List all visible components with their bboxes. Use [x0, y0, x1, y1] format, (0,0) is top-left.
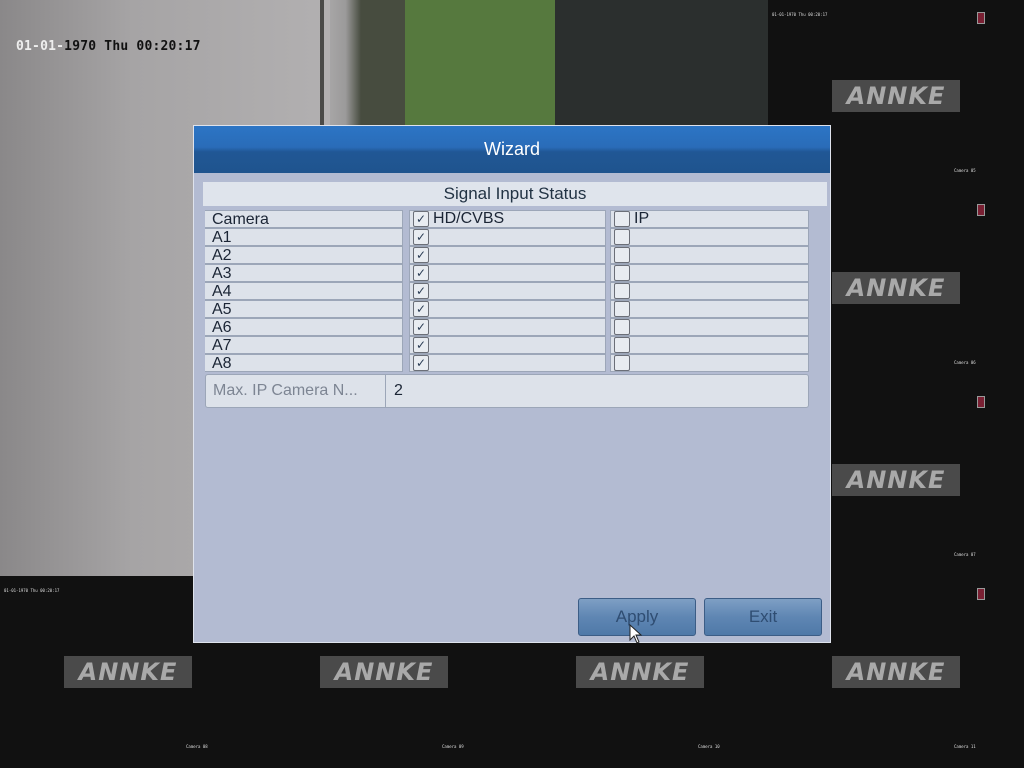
hd-cvbs-checkbox[interactable]: ✓ — [413, 337, 430, 353]
check-icon: ✓ — [416, 230, 427, 244]
dialog-title: Wizard — [194, 126, 830, 173]
max-ip-camera-row: Max. IP Camera N... 2 — [205, 374, 809, 408]
table-row: A2 ✓ — [205, 246, 809, 264]
select-all-ip-checkbox[interactable] — [614, 211, 631, 227]
camera-scene-frame — [555, 0, 768, 130]
hd-cvbs-checkbox[interactable]: ✓ — [413, 283, 430, 299]
channel-osd-time: 01-01-1970 Thu 00:20:17 — [772, 12, 828, 17]
section-title: Signal Input Status — [203, 182, 827, 206]
select-all-hd-cvbs-checkbox[interactable]: ✓ — [413, 211, 430, 227]
annke-logo: ANNKE — [320, 656, 448, 688]
column-header-hd-cvbs: ✓ HD/CVBS — [409, 210, 607, 228]
table-row: A5 ✓ — [205, 300, 809, 318]
hd-cvbs-checkbox[interactable]: ✓ — [413, 229, 430, 245]
check-icon: ✓ — [416, 284, 427, 298]
hd-cvbs-cell: ✓ — [409, 300, 607, 318]
channel-osd-time: 01-01-1970 Thu 00:20:17 — [4, 588, 60, 593]
channel-name: Camera 08 — [186, 744, 208, 749]
exit-button[interactable]: Exit — [704, 598, 822, 636]
hd-cvbs-cell: ✓ — [409, 228, 607, 246]
hd-cvbs-cell: ✓ — [409, 282, 607, 300]
column-header-camera: Camera — [205, 210, 404, 228]
wizard-dialog: Wizard Signal Input Status Camera ✓ HD/C… — [193, 125, 831, 643]
check-icon: ✓ — [416, 320, 427, 334]
channel-name: Camera 05 — [954, 168, 976, 173]
check-icon: ✓ — [416, 302, 427, 316]
column-header-ip-label: IP — [634, 210, 650, 227]
ip-cell — [610, 318, 809, 336]
camera-name: A2 — [205, 246, 404, 264]
check-icon: ✓ — [416, 212, 427, 226]
mouse-cursor-icon — [629, 624, 643, 644]
table-header-row: Camera ✓ HD/CVBS IP — [205, 210, 809, 228]
table-row: A8 ✓ — [205, 354, 809, 372]
table-row: A3 ✓ — [205, 264, 809, 282]
annke-logo: ANNKE — [576, 656, 704, 688]
annke-logo: ANNKE — [832, 80, 960, 112]
check-icon: ✓ — [416, 266, 427, 280]
channel-name: Camera 09 — [442, 744, 464, 749]
camera-timestamp: 01-01-1970 Thu 00:20:17 — [16, 39, 201, 54]
ip-checkbox[interactable] — [614, 283, 631, 299]
ip-cell — [610, 228, 809, 246]
camera-name: A6 — [205, 318, 404, 336]
max-ip-camera-label: Max. IP Camera N... — [206, 375, 386, 407]
check-icon: ✓ — [416, 248, 427, 262]
ip-checkbox[interactable] — [614, 301, 631, 317]
ip-cell — [610, 354, 809, 372]
hd-cvbs-cell: ✓ — [409, 354, 607, 372]
channel-name: Camera 06 — [954, 360, 976, 365]
ip-checkbox[interactable] — [614, 265, 631, 281]
table-row: A1 ✓ — [205, 228, 809, 246]
ip-cell — [610, 282, 809, 300]
record-icon — [977, 12, 985, 24]
channel-name: Camera 11 — [954, 744, 976, 749]
max-ip-camera-value: 2 — [394, 382, 403, 399]
column-header-ip: IP — [610, 210, 809, 228]
hd-cvbs-checkbox[interactable]: ✓ — [413, 247, 430, 263]
hd-cvbs-checkbox[interactable]: ✓ — [413, 319, 430, 335]
hd-cvbs-cell: ✓ — [409, 336, 607, 354]
hd-cvbs-cell: ✓ — [409, 264, 607, 282]
annke-logo: ANNKE — [832, 272, 960, 304]
record-icon — [977, 396, 985, 408]
ip-checkbox[interactable] — [614, 229, 631, 245]
check-icon: ✓ — [416, 356, 427, 370]
record-icon — [977, 204, 985, 216]
annke-logo: ANNKE — [64, 656, 192, 688]
hd-cvbs-cell: ✓ — [409, 318, 607, 336]
hd-cvbs-checkbox[interactable]: ✓ — [413, 355, 430, 371]
column-header-hd-cvbs-label: HD/CVBS — [433, 210, 505, 227]
hd-cvbs-cell: ✓ — [409, 246, 607, 264]
channel-name: Camera 07 — [954, 552, 976, 557]
ip-checkbox[interactable] — [614, 355, 631, 371]
camera-name: A1 — [205, 228, 404, 246]
table-row: A4 ✓ — [205, 282, 809, 300]
camera-name: A4 — [205, 282, 404, 300]
camera-scene-window — [405, 0, 565, 130]
signal-input-table: Camera ✓ HD/CVBS IP A1 ✓ A2 ✓ A3 ✓ A4 ✓ A5 ✓ A6 ✓ A7… — [205, 210, 809, 372]
camera-name: A5 — [205, 300, 404, 318]
channel-name: Camera 10 — [698, 744, 720, 749]
ip-cell — [610, 246, 809, 264]
ip-cell — [610, 300, 809, 318]
hd-cvbs-checkbox[interactable]: ✓ — [413, 265, 430, 281]
ip-checkbox[interactable] — [614, 337, 631, 353]
table-row: A6 ✓ — [205, 318, 809, 336]
ip-checkbox[interactable] — [614, 319, 631, 335]
camera-name: A3 — [205, 264, 404, 282]
annke-logo: ANNKE — [832, 464, 960, 496]
ip-checkbox[interactable] — [614, 247, 631, 263]
record-icon — [977, 588, 985, 600]
hd-cvbs-checkbox[interactable]: ✓ — [413, 301, 430, 317]
ip-cell — [610, 264, 809, 282]
camera-name: A8 — [205, 354, 404, 372]
annke-logo: ANNKE — [832, 656, 960, 688]
check-icon: ✓ — [416, 338, 427, 352]
ip-cell — [610, 336, 809, 354]
table-row: A7 ✓ — [205, 336, 809, 354]
camera-name: A7 — [205, 336, 404, 354]
